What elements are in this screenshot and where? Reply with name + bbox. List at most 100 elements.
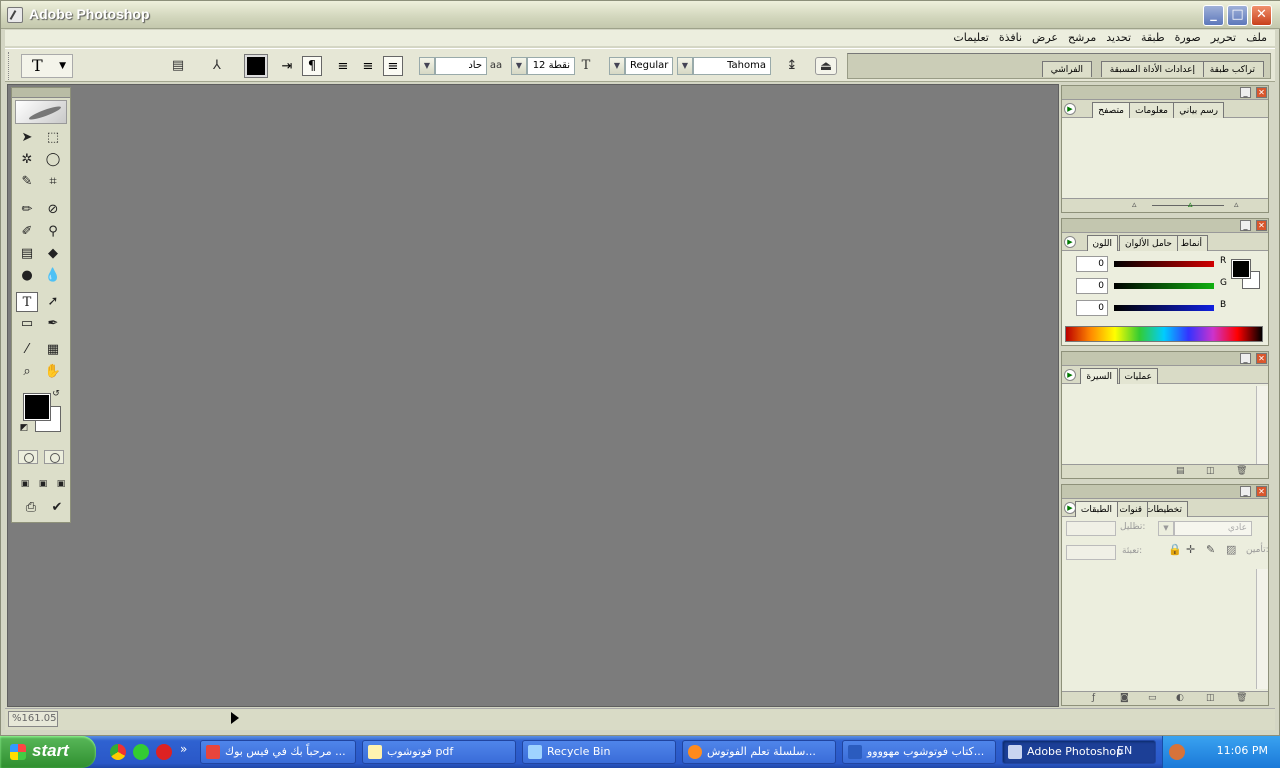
new-document-from-state-icon[interactable]: ▤ bbox=[1176, 466, 1185, 476]
status-menu-arrow-icon[interactable] bbox=[231, 712, 239, 724]
eyedropper-slice-tool-icon[interactable]: ✎ bbox=[16, 172, 38, 192]
chevron-down-icon[interactable]: ▼ bbox=[1158, 521, 1174, 536]
eraser-tool-icon[interactable]: ◆ bbox=[42, 244, 64, 264]
well-tab-brushes[interactable]: الفراشي bbox=[1041, 61, 1092, 77]
blue-slider[interactable] bbox=[1114, 305, 1214, 311]
blend-mode-dropdown[interactable]: عادي bbox=[1174, 521, 1252, 536]
tab-history[interactable]: السيرة bbox=[1080, 368, 1118, 384]
zoom-out-icon[interactable]: ▵ bbox=[1132, 200, 1137, 210]
font-style-dropdown-arrow[interactable]: ▼ bbox=[609, 57, 625, 75]
opacity-input[interactable] bbox=[1066, 521, 1116, 536]
tab-info[interactable]: معلومات bbox=[1129, 102, 1174, 118]
hand-tool-icon[interactable]: ✋ bbox=[42, 362, 64, 382]
task-word-document[interactable]: كتاب فوتوشوب مهوووو... bbox=[842, 740, 996, 764]
adobe-online-logo[interactable] bbox=[15, 100, 67, 124]
default-colors-icon[interactable]: ◩ bbox=[18, 422, 30, 434]
menu-help[interactable]: تعليمات bbox=[953, 30, 988, 46]
trash-icon[interactable]: 🗑 bbox=[1236, 466, 1247, 476]
lock-all-icon[interactable]: 🔒 bbox=[1168, 543, 1182, 556]
fill-input[interactable] bbox=[1066, 545, 1116, 560]
pen-tool-icon[interactable]: ✒ bbox=[42, 314, 64, 334]
lock-image-icon[interactable]: ✎ bbox=[1206, 543, 1215, 556]
adjustment-layer-icon[interactable]: ◐ bbox=[1176, 693, 1184, 703]
standard-mode-icon[interactable] bbox=[18, 450, 38, 464]
tab-styles[interactable]: أنماط bbox=[1174, 235, 1208, 251]
marquee-tool-icon[interactable]: ⬚ bbox=[42, 128, 64, 148]
task-chrome-facebook[interactable]: مرحباً بك في فيس بوك ... bbox=[200, 740, 356, 764]
minimize-palette-icon[interactable]: _ bbox=[1240, 87, 1251, 98]
color-spectrum-ramp[interactable] bbox=[1065, 326, 1263, 342]
green-slider[interactable] bbox=[1114, 283, 1214, 289]
palette-header[interactable]: _ ✕ bbox=[1062, 219, 1268, 233]
tab-channels[interactable]: قنوات bbox=[1113, 501, 1148, 517]
palette-header[interactable]: _ ✕ bbox=[1062, 86, 1268, 100]
palette-foreground-swatch[interactable] bbox=[1231, 259, 1251, 279]
warp-text-icon[interactable]: ⅄ bbox=[208, 57, 226, 75]
clone-stamp-tool-icon[interactable]: ⚲ bbox=[42, 222, 64, 242]
photoshop-app-icon[interactable] bbox=[7, 7, 23, 23]
dodge-tool-icon[interactable]: ● bbox=[16, 266, 38, 286]
tab-layers[interactable]: الطبقات bbox=[1074, 501, 1118, 517]
history-scrollbar[interactable] bbox=[1256, 386, 1268, 464]
zoom-level-field[interactable]: %161.05 bbox=[8, 711, 58, 727]
text-color-swatch[interactable] bbox=[244, 54, 268, 78]
swap-colors-icon[interactable]: ↺ bbox=[50, 388, 62, 400]
palette-menu-icon[interactable]: ▶ bbox=[1064, 369, 1076, 381]
font-style-field[interactable]: Regular bbox=[625, 57, 673, 75]
palette-header[interactable]: _ ✕ bbox=[1062, 352, 1268, 366]
green-value-input[interactable]: 0 bbox=[1076, 278, 1108, 294]
tab-swatches[interactable]: حامل الألوان bbox=[1119, 235, 1178, 251]
text-orientation-icon[interactable]: ↨ bbox=[783, 57, 801, 75]
quick-mask-mode-icon[interactable] bbox=[44, 450, 64, 464]
menu-file[interactable]: ملف bbox=[1246, 30, 1267, 46]
utorrent-quicklaunch-icon[interactable] bbox=[133, 744, 149, 760]
align-left-icon[interactable]: ≡ bbox=[333, 56, 353, 76]
well-tab-layer-comps[interactable]: تراكب طبقة bbox=[1200, 61, 1264, 77]
healing-brush-tool-icon[interactable]: ⊘ bbox=[42, 200, 64, 220]
workspace-canvas-area[interactable] bbox=[7, 84, 1059, 707]
antialias-field[interactable]: حاد bbox=[435, 57, 487, 75]
tab-actions[interactable]: عمليات bbox=[1118, 368, 1158, 384]
red-slider[interactable] bbox=[1114, 261, 1214, 267]
commit-text-icon[interactable]: ⏏ bbox=[815, 57, 837, 75]
show-more-quicklaunch-icon[interactable]: » bbox=[180, 742, 187, 756]
minimize-palette-icon[interactable]: _ bbox=[1240, 486, 1251, 497]
brush-tool-icon[interactable]: ✏ bbox=[16, 200, 38, 220]
rtl-direction-icon[interactable]: ⇥ bbox=[277, 56, 297, 76]
menu-edit[interactable]: تحرير bbox=[1211, 30, 1236, 46]
full-screen-mode-icon[interactable]: ▣ bbox=[50, 474, 72, 494]
magic-wand-tool-icon[interactable]: ✲ bbox=[16, 150, 38, 170]
gradient-tool-icon[interactable]: ▤ bbox=[16, 244, 38, 264]
close-palette-icon[interactable]: ✕ bbox=[1256, 87, 1267, 98]
toolbox-header[interactable] bbox=[12, 88, 70, 98]
close-palette-icon[interactable]: ✕ bbox=[1256, 220, 1267, 231]
font-size-dropdown-arrow[interactable]: ▼ bbox=[511, 57, 527, 75]
path-selection-tool-icon[interactable]: ➚ bbox=[42, 292, 64, 312]
font-family-field[interactable]: Tahoma bbox=[693, 57, 771, 75]
lasso-tool-icon[interactable]: ◯ bbox=[42, 150, 64, 170]
new-group-icon[interactable]: ▭ bbox=[1148, 693, 1157, 703]
palette-header[interactable]: _ ✕ bbox=[1062, 485, 1268, 499]
move-tool-icon[interactable]: ➤ bbox=[16, 128, 38, 148]
blur-tool-icon[interactable]: 💧 bbox=[42, 266, 64, 286]
tab-color[interactable]: اللون bbox=[1086, 235, 1118, 251]
eyedropper-tool-icon[interactable]: ⁄ bbox=[16, 340, 38, 360]
palette-menu-icon[interactable]: ▶ bbox=[1064, 103, 1076, 115]
blue-value-input[interactable]: 0 bbox=[1076, 300, 1108, 316]
well-tab-tool-presets[interactable]: إعدادات الأداة المسبقة bbox=[1100, 61, 1204, 77]
layers-scrollbar[interactable] bbox=[1256, 569, 1268, 689]
start-button[interactable]: start bbox=[0, 736, 96, 768]
notes-tool-icon[interactable]: ▦ bbox=[42, 340, 64, 360]
minimize-button[interactable]: _ bbox=[1203, 5, 1224, 26]
zoom-tool-icon[interactable]: ⌕ bbox=[16, 362, 38, 382]
lock-position-icon[interactable]: ✛ bbox=[1186, 543, 1195, 556]
tab-navigator[interactable]: متصفح bbox=[1092, 102, 1130, 118]
menu-layer[interactable]: طبقة bbox=[1141, 30, 1165, 46]
shape-tool-icon[interactable]: ▭ bbox=[16, 314, 38, 334]
font-family-dropdown-arrow[interactable]: ▼ bbox=[677, 57, 693, 75]
font-size-field[interactable]: 12 نقطة bbox=[527, 57, 575, 75]
tool-preset-picker[interactable]: T ▼ bbox=[21, 54, 73, 78]
foreground-color-swatch[interactable] bbox=[23, 393, 51, 421]
menu-image[interactable]: صورة bbox=[1175, 30, 1201, 46]
options-bar-grip[interactable] bbox=[8, 52, 11, 80]
